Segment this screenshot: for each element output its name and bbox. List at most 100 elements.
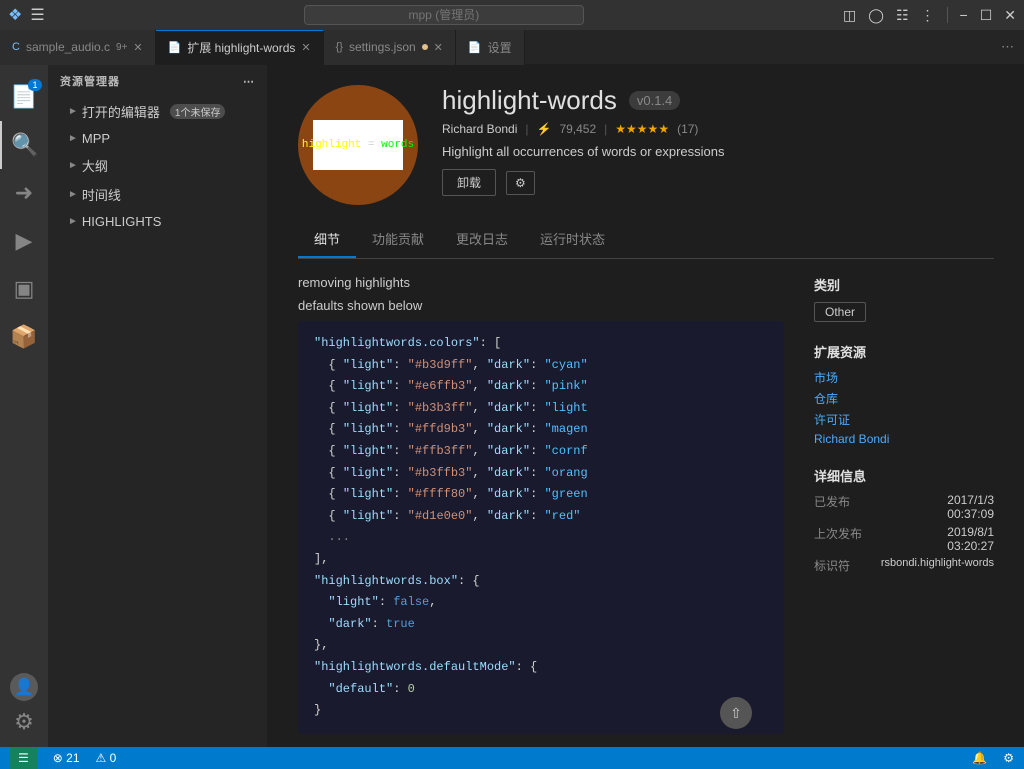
activity-search[interactable]: 🔍 bbox=[0, 121, 48, 169]
close-button[interactable]: ✕ bbox=[1004, 7, 1016, 24]
tab-label: 设置 bbox=[488, 39, 512, 56]
code-block: "highlightwords.colors": [ { "light": "#… bbox=[298, 321, 784, 734]
tab-changelog[interactable]: 更改日志 bbox=[440, 221, 524, 258]
tab-detail[interactable]: 细节 bbox=[298, 221, 356, 258]
tab-label: 扩展 highlight-words bbox=[187, 39, 295, 56]
marketplace-link[interactable]: 市场 bbox=[814, 369, 994, 386]
activity-debug[interactable]: ▶ bbox=[0, 217, 48, 265]
remote-status[interactable]: ☰ bbox=[10, 747, 37, 769]
sidebar-item-label: 时间线 bbox=[82, 185, 121, 204]
sidebar-item-mpp[interactable]: ► MPP bbox=[48, 128, 267, 149]
published-label: 已发布 bbox=[814, 493, 850, 521]
extension-detail: highlight = words highlight-words v0.1.4… bbox=[268, 65, 1024, 747]
sidebar-item-open-editors[interactable]: ► 打开的编辑器 1个未保存 bbox=[48, 99, 267, 124]
sidebar-item-label: 打开的编辑器 bbox=[82, 102, 160, 121]
extension-star-count: (17) bbox=[677, 122, 698, 136]
sidebar-item-highlights[interactable]: ► HIGHLIGHTS bbox=[48, 211, 267, 232]
vscode-logo-icon: ❖ bbox=[8, 5, 22, 25]
tab-settings[interactable]: 📄 设置 bbox=[456, 30, 525, 65]
download-icon: ⚡ bbox=[537, 122, 552, 136]
sidebar-more-icon[interactable]: ⋯ bbox=[243, 75, 255, 88]
extension-author: Richard Bondi bbox=[442, 122, 517, 136]
category-title: 类别 bbox=[814, 275, 994, 294]
activity-extensions[interactable]: ▣ bbox=[0, 265, 48, 313]
extension-version: v0.1.4 bbox=[629, 91, 680, 110]
source-control-icon: ➜ bbox=[15, 180, 33, 206]
minimize-button[interactable]: − bbox=[960, 7, 968, 23]
activity-explorer[interactable]: 📄 1 bbox=[0, 73, 48, 121]
maximize-button[interactable]: ☐ bbox=[980, 7, 993, 24]
tab-badge: 9+ bbox=[116, 42, 127, 53]
tab-runtime[interactable]: 运行时状态 bbox=[524, 221, 621, 258]
details-title: 详细信息 bbox=[814, 466, 994, 485]
sidebar-title: 资源管理器 bbox=[60, 73, 120, 89]
sidebar-header: 资源管理器 ⋯ bbox=[48, 65, 267, 97]
identifier-row: 标识符 rsbondi.highlight-words bbox=[814, 557, 994, 574]
gear-icon: ⚙ bbox=[14, 709, 34, 735]
hamburger-menu-icon[interactable]: ☰ bbox=[30, 5, 44, 25]
layout-panel-icon[interactable]: ◯ bbox=[868, 7, 884, 24]
tab-close-icon[interactable]: ✕ bbox=[133, 41, 142, 54]
settings-gear[interactable]: ⚙ bbox=[10, 705, 38, 739]
author-link[interactable]: Richard Bondi bbox=[814, 432, 994, 446]
layout-sidebar-icon[interactable]: ◫ bbox=[843, 7, 856, 24]
json-icon: {} bbox=[336, 41, 343, 53]
tab-close-icon[interactable]: ✕ bbox=[434, 41, 443, 54]
last-updated-row: 上次发布 2019/8/1 03:20:27 bbox=[814, 525, 994, 553]
tab-bar: C sample_audio.c 9+ ✕ 📄 扩展 highlight-wor… bbox=[0, 30, 1024, 65]
identifier-value: rsbondi.highlight-words bbox=[881, 557, 994, 574]
unsaved-badge: 1个未保存 bbox=[170, 104, 226, 119]
scroll-up-button[interactable]: ⇧ bbox=[720, 697, 752, 729]
sidebar-section-timeline: ► 时间线 bbox=[48, 180, 267, 209]
license-link[interactable]: 许可证 bbox=[814, 411, 994, 428]
category-badge[interactable]: Other bbox=[814, 302, 866, 322]
chevron-right-icon: ► bbox=[68, 133, 78, 144]
sidebar-section-open-editors: ► 打开的编辑器 1个未保存 bbox=[48, 97, 267, 126]
uninstall-button[interactable]: 卸载 bbox=[442, 169, 496, 196]
layout-grid-icon[interactable]: ☷ bbox=[896, 7, 909, 24]
resources-section: 扩展资源 市场 仓库 许可证 Richard Bondi bbox=[814, 342, 994, 446]
sidebar-item-label: MPP bbox=[82, 131, 110, 146]
sidebar-item-label: HIGHLIGHTS bbox=[82, 214, 161, 229]
chevron-right-icon: ► bbox=[68, 106, 78, 117]
sidebar-item-outline[interactable]: ► 大纲 bbox=[48, 153, 267, 178]
content-area: highlight = words highlight-words v0.1.4… bbox=[268, 65, 1024, 747]
extension-name: highlight-words bbox=[442, 85, 617, 116]
error-count[interactable]: ⊗ 21 bbox=[53, 751, 80, 765]
extension-icon: 📄 bbox=[168, 41, 182, 54]
warning-count[interactable]: ⚠ 0 bbox=[96, 751, 117, 765]
remote-icon: 📦 bbox=[10, 324, 37, 350]
logo-text-words: words bbox=[381, 139, 414, 151]
code-key: "highlightwords.colors" bbox=[314, 336, 480, 350]
sidebar-item-timeline[interactable]: ► 时间线 bbox=[48, 182, 267, 207]
extension-logo-inner: highlight = words bbox=[313, 120, 403, 170]
extension-body: removing highlights defaults shown below… bbox=[298, 275, 994, 734]
extension-main: removing highlights defaults shown below… bbox=[298, 275, 784, 734]
tab-settings-json[interactable]: {} settings.json ✕ bbox=[324, 30, 456, 65]
unsaved-dot bbox=[422, 44, 428, 50]
tab-label: settings.json bbox=[349, 40, 416, 54]
extension-description: Highlight all occurrences of words or ex… bbox=[442, 144, 994, 159]
repository-link[interactable]: 仓库 bbox=[814, 390, 994, 407]
explorer-badge: 1 bbox=[28, 79, 42, 91]
user-avatar[interactable]: 👤 bbox=[10, 673, 38, 701]
tab-more-icon[interactable]: ⋯ bbox=[991, 39, 1024, 55]
extension-stars: ★★★★★ bbox=[615, 122, 669, 136]
sidebar-section-outline: ► 大纲 bbox=[48, 151, 267, 180]
activity-scm[interactable]: ➜ bbox=[0, 169, 48, 217]
notification-icon[interactable]: 🔔 bbox=[972, 751, 987, 765]
removing-highlights-text: removing highlights bbox=[298, 275, 784, 290]
tab-close-icon[interactable]: ✕ bbox=[301, 41, 310, 54]
tab-highlight-words[interactable]: 📄 扩展 highlight-words ✕ bbox=[156, 30, 324, 65]
settings-status-icon[interactable]: ⚙ bbox=[1003, 751, 1014, 765]
chevron-right-icon: ► bbox=[68, 189, 78, 200]
resources-title: 扩展资源 bbox=[814, 342, 994, 361]
sidebar-section-highlights: ► HIGHLIGHTS bbox=[48, 209, 267, 234]
activity-remote[interactable]: 📦 bbox=[0, 313, 48, 361]
search-input[interactable] bbox=[304, 5, 584, 25]
layout-menu-icon[interactable]: ⋮ bbox=[921, 7, 935, 24]
chevron-right-icon: ► bbox=[68, 216, 78, 227]
settings-button[interactable]: ⚙ bbox=[506, 171, 535, 195]
tab-contributions[interactable]: 功能贡献 bbox=[356, 221, 440, 258]
tab-sample-audio[interactable]: C sample_audio.c 9+ ✕ bbox=[0, 30, 156, 65]
